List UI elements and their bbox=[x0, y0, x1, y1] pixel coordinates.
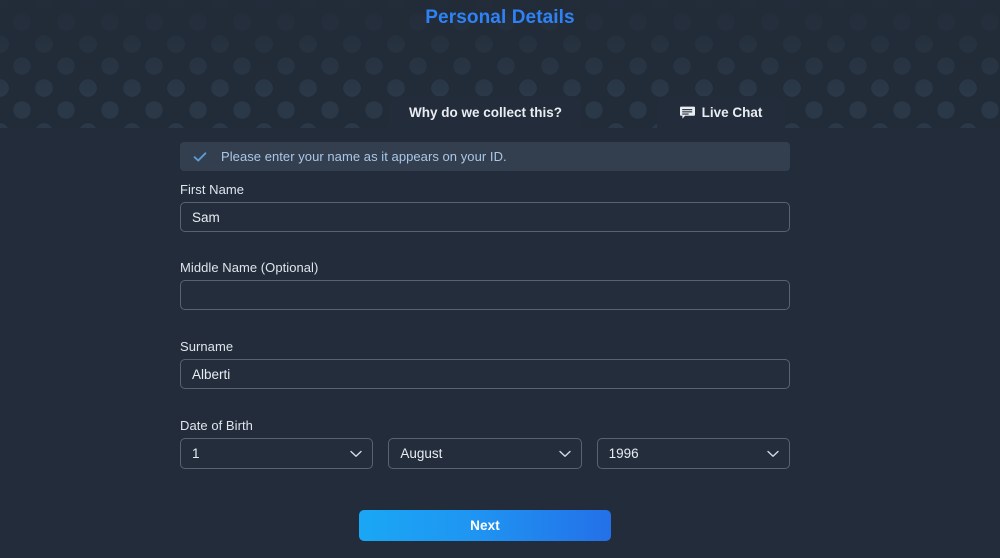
tab-why-do-we-collect-this[interactable]: Why do we collect this? bbox=[389, 96, 582, 128]
dob-day-select[interactable]: 1 bbox=[180, 438, 374, 469]
dob-year-select-wrapper: 1996 bbox=[596, 438, 790, 469]
tab-live-chat[interactable]: Live Chat bbox=[657, 96, 785, 128]
surname-input[interactable] bbox=[180, 359, 790, 389]
surname-label: Surname bbox=[180, 339, 234, 354]
dob-month-select-wrapper: August bbox=[388, 438, 582, 469]
dob-year-value: 1996 bbox=[608, 446, 639, 461]
tab-row: Why do we collect this? Live Chat bbox=[0, 96, 1000, 128]
dob-year-select[interactable]: 1996 bbox=[596, 438, 790, 469]
first-name-label: First Name bbox=[180, 182, 245, 197]
dob-day-value: 1 bbox=[192, 446, 200, 461]
middle-name-input[interactable] bbox=[180, 280, 790, 310]
date-of-birth-row: 1 August 1996 bbox=[180, 438, 790, 469]
banner-message: Please enter your name as it appears on … bbox=[221, 149, 507, 164]
tab-live-chat-label: Live Chat bbox=[701, 104, 763, 120]
personal-details-page: Personal Details Why do we collect this?… bbox=[0, 0, 1000, 558]
tab-why-label: Why do we collect this? bbox=[408, 104, 562, 120]
next-button[interactable]: Next bbox=[359, 510, 611, 541]
middle-name-label: Middle Name (Optional) bbox=[180, 260, 319, 275]
first-name-input[interactable] bbox=[180, 202, 790, 232]
id-name-info-banner: Please enter your name as it appears on … bbox=[180, 142, 790, 171]
page-title: Personal Details bbox=[425, 7, 575, 28]
dob-month-select[interactable]: August bbox=[388, 438, 582, 469]
date-of-birth-label: Date of Birth bbox=[180, 418, 253, 433]
dob-month-value: August bbox=[400, 446, 443, 461]
dob-day-select-wrapper: 1 bbox=[180, 438, 374, 469]
check-icon bbox=[193, 150, 207, 164]
chat-bubble-icon bbox=[679, 106, 695, 119]
